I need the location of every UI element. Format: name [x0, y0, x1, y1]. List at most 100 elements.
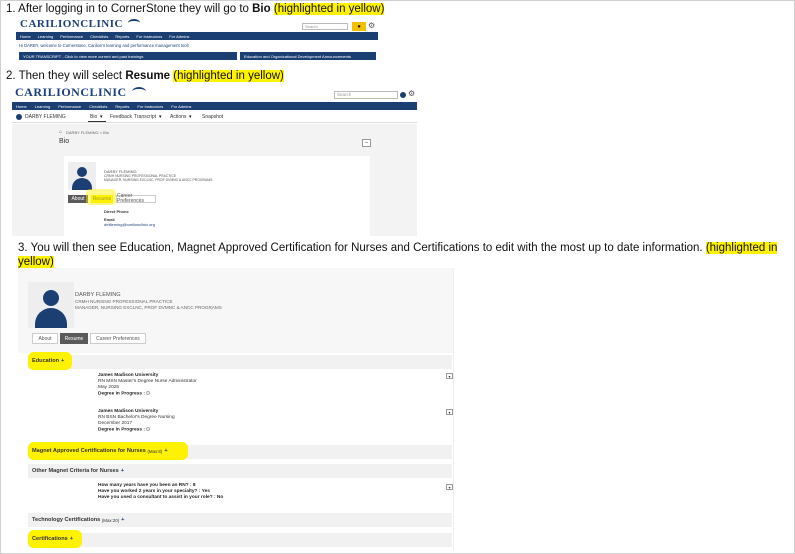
tab-resume[interactable]: Resume	[60, 333, 88, 344]
profile-photo	[28, 282, 74, 328]
tab-career-preferences[interactable]: Career Preferences	[116, 194, 156, 204]
tab-about[interactable]: About	[32, 333, 58, 344]
collapse-button[interactable]: –	[362, 139, 371, 147]
technology-section-header[interactable]: Technology Certifications (Max:20) +	[28, 513, 452, 527]
add-certifications-icon: +	[69, 536, 74, 542]
home-icon[interactable]: ⌂	[59, 130, 62, 135]
education-2-menu-button[interactable]: ▾	[446, 409, 453, 415]
step-1-bold: Bio	[252, 3, 271, 15]
nav-for-instructors[interactable]: For Instructors	[136, 34, 162, 39]
certifications-label: Certifications	[32, 536, 68, 542]
nav-performance[interactable]: Performance	[58, 104, 81, 109]
circle-icon	[146, 427, 151, 431]
add-magnet-icon: +	[164, 448, 168, 454]
main-nav: Home Learning Performance Checklists Rep…	[16, 32, 378, 40]
nav-reports[interactable]: Reports	[115, 34, 129, 39]
email-link[interactable]: dmfleming@carilionclinic.org	[104, 222, 155, 227]
step-2-bold: Resume	[125, 70, 171, 82]
profile-card: DARBY FLEMING CRMH NURSING PROFESSIONAL …	[64, 156, 370, 236]
sub-nav: DARBY FLEMING Bio ▾ Feedback Transcript …	[12, 111, 417, 123]
step-3-highlight-b: yellow)	[18, 256, 54, 268]
brand-logo: CARILIONCLINIC	[20, 18, 141, 30]
step-2-highlight: (highlighted in yellow)	[173, 70, 284, 82]
person-icon[interactable]	[400, 92, 406, 98]
subnav-actions[interactable]: Actions	[170, 114, 186, 120]
nav-checklists[interactable]: Checklists	[90, 34, 108, 39]
step-3-highlight-a: (highlighted in	[705, 242, 778, 254]
education-entry-2: James Madison University RN BSN Bachelor…	[98, 409, 175, 433]
page-title: Bio	[59, 138, 70, 145]
nav-home[interactable]: Home	[16, 104, 27, 109]
tab-about[interactable]: About	[68, 195, 88, 203]
magnet-highlight[interactable]: Magnet Approved Certifications for Nurse…	[28, 442, 188, 460]
education-1-menu-button[interactable]: ▾	[446, 373, 453, 379]
profile-role: MANAGER, NURSING EXCLNC, PROF DVMNC & AN…	[104, 178, 213, 182]
search-input[interactable]: Search	[334, 91, 398, 99]
nav-for-admins[interactable]: For Admins	[169, 34, 189, 39]
step-2-instruction: 2. Then they will select	[6, 70, 126, 82]
step-1-instruction: 1. After logging in to CornerStone they …	[6, 3, 253, 15]
user-name: DARBY FLEMING	[25, 114, 66, 120]
screenshot-3: DARBY FLEMING CRMH NURSING PROFESSIONAL …	[18, 268, 454, 550]
education-entry-1: James Madison University RN MSN Master's…	[98, 373, 197, 397]
step-1-text: 1. After logging in to CornerStone they …	[6, 2, 385, 16]
technology-label: Technology Certifications	[32, 517, 101, 523]
subnav-feedback[interactable]: Feedback	[110, 114, 132, 120]
education-highlight[interactable]: Education +	[28, 352, 72, 370]
profile-photo	[68, 162, 96, 190]
circle-icon	[146, 391, 151, 395]
nav-performance[interactable]: Performance	[60, 34, 83, 39]
chevron-down-icon: ▾	[189, 114, 192, 120]
person-icon: ●	[357, 23, 361, 30]
other-magnet-label: Other Magnet Criteria for Nurses	[32, 468, 119, 474]
user-avatar-icon	[16, 114, 22, 120]
logo-swoosh-icon	[132, 87, 147, 96]
resume-highlight	[86, 189, 116, 205]
breadcrumb[interactable]: DARBY FLEMING > Bio	[66, 130, 109, 135]
brand-logo: CARILIONCLINIC	[15, 85, 147, 100]
add-technology-icon: +	[121, 517, 125, 523]
gear-icon[interactable]: ⚙	[408, 89, 415, 98]
profile-dept: CRMH NURSING PROFESSIONAL PRACTICE	[75, 299, 173, 304]
education-label: Education	[32, 358, 60, 364]
announcements-button[interactable]: Education and Organizational Development…	[240, 52, 376, 60]
magnet-label: Magnet Approved Certifications for Nurse…	[32, 448, 146, 454]
step-3-instruction: 3. You will then see Education, Magnet A…	[18, 242, 706, 254]
other-magnet-answers: How many years have you been an RN? : 8 …	[98, 483, 224, 500]
profile-role: MANAGER, NURSING EXCLNC, PROF DVMNC & AN…	[75, 305, 222, 310]
subnav-active-underline	[88, 121, 106, 122]
profile-name: DARBY FLEMING	[75, 292, 121, 298]
direct-phone-label: Direct Phone	[104, 209, 129, 214]
profile-button[interactable]: ●	[352, 22, 366, 31]
transcript-button[interactable]: YOUR TRANSCRIPT - Click to view more cur…	[19, 52, 237, 60]
nav-learning[interactable]: Learning	[38, 34, 54, 39]
certifications-highlight[interactable]: Certifications +	[28, 530, 82, 548]
education-section-header	[28, 355, 452, 369]
welcome-text: Hi DARBY, welcome to Cornerstone, Carili…	[19, 43, 189, 48]
chevron-down-icon: ▾	[159, 114, 162, 120]
subnav-transcript[interactable]: Transcript	[134, 114, 156, 120]
other-magnet-section-header[interactable]: Other Magnet Criteria for Nurses +	[28, 464, 452, 478]
logo-swoosh-icon	[128, 19, 141, 27]
chevron-down-icon: ▾	[100, 114, 103, 120]
subnav-snapshot[interactable]: Snapshot	[202, 114, 223, 120]
step-3-text: 3. You will then see Education, Magnet A…	[18, 241, 790, 269]
tab-career-preferences[interactable]: Career Preferences	[90, 333, 146, 344]
step-1-highlight: (highlighted in yellow)	[273, 3, 385, 15]
subnav-bio[interactable]: Bio	[90, 114, 97, 120]
nav-for-admins[interactable]: For Admins	[171, 104, 191, 109]
nav-home[interactable]: Home	[20, 34, 31, 39]
certifications-section-header	[28, 533, 452, 547]
screenshot-2: CARILIONCLINIC Search ⚙ Home Learning Pe…	[12, 84, 417, 236]
nav-reports[interactable]: Reports	[115, 104, 129, 109]
other-magnet-menu-button[interactable]: ▾	[446, 484, 453, 490]
main-nav: Home Learning Performance Checklists Rep…	[12, 102, 417, 110]
screenshot-1: CARILIONCLINIC Search ● ⚙ Home Learning …	[16, 17, 378, 63]
step-2-text: 2. Then they will select Resume (highlig…	[6, 69, 284, 83]
nav-for-instructors[interactable]: For Instructors	[137, 104, 163, 109]
nav-learning[interactable]: Learning	[35, 104, 51, 109]
content-area: ⌂ DARBY FLEMING > Bio Bio – DARBY FLEMIN…	[12, 124, 417, 236]
search-input[interactable]: Search	[302, 23, 348, 30]
gear-icon[interactable]: ⚙	[368, 21, 375, 30]
nav-checklists[interactable]: Checklists	[89, 104, 107, 109]
